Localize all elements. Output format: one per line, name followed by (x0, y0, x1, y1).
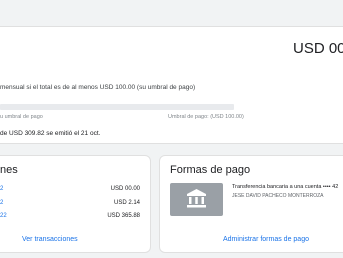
payment-threshold-description: mensual si el total es de al menos USD 1… (0, 84, 196, 91)
balance-amount: USD 00.0 (293, 40, 343, 57)
manage-payment-methods-link[interactable]: Administrar formas de pago (223, 236, 309, 243)
transaction-row: 2 USD 00.00 (0, 186, 140, 196)
transaction-amount: USD 2.14 (113, 200, 140, 206)
bank-icon (187, 189, 206, 208)
transaction-date-link[interactable]: 2 (0, 200, 3, 206)
progress-left-label: u umbral de pago (0, 114, 43, 120)
payment-method-thumbnail (170, 183, 223, 216)
payment-methods-title: Formas de pago (170, 164, 251, 176)
account-holder-name: JESE DAVID PACHECO MONTERROZA (232, 193, 324, 199)
transaction-row: 2 USD 2.14 (0, 200, 140, 210)
transactions-title: nes (0, 164, 18, 176)
progress-right-label: Umbral de pago: (USD 100.00) (168, 114, 244, 120)
threshold-progress-bar (0, 104, 234, 110)
transaction-date-link[interactable]: 22 (0, 213, 7, 219)
transaction-amount: USD 365.88 (107, 213, 140, 219)
transaction-row: 22 USD 365.88 (0, 213, 140, 223)
last-payment-text: de USD 309.82 se emitió el 21 oct. (0, 130, 101, 137)
transaction-date-link[interactable]: 2 (0, 186, 3, 192)
payment-method-name: Transferencia bancaria a una cuenta ••••… (232, 184, 339, 190)
transaction-amount: USD 00.00 (110, 186, 140, 192)
view-transactions-link[interactable]: Ver transacciones (22, 236, 78, 243)
